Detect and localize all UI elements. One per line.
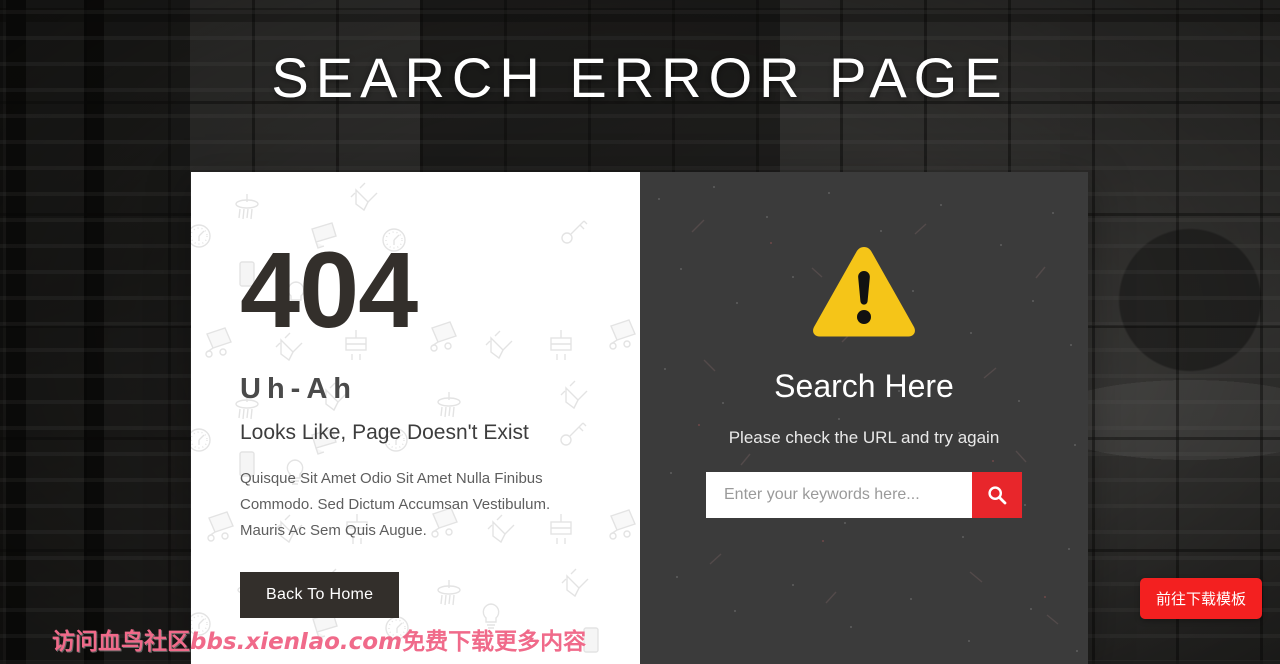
back-to-home-button[interactable]: Back To Home [240,572,400,618]
right-panel: Search Here Please check the URL and try… [640,172,1088,664]
right-panel-content: Search Here Please check the URL and try… [640,172,1088,518]
search-icon [988,486,1007,505]
error-subheading: Looks Like, Page Doesn't Exist [240,421,529,444]
error-heading: Uh-Ah [240,373,357,405]
warning-triangle-icon [813,247,915,337]
search-panel-title: Search Here [774,368,954,404]
left-panel: 404 Uh-Ah Looks Like, Page Doesn't Exist… [191,172,640,664]
watermark-url: bbs.xienIao.com [190,629,403,655]
search-form [706,472,1022,518]
search-submit-button[interactable] [972,472,1022,518]
search-input[interactable] [706,472,972,518]
watermark-cn-prefix: 访问血鸟社区 [52,629,190,655]
download-template-button[interactable]: 前往下载模板 [1139,578,1262,619]
left-panel-content: 404 Uh-Ah Looks Like, Page Doesn't Exist… [191,172,640,618]
search-panel-subtitle: Please check the URL and try again [728,428,1000,447]
error-card: 404 Uh-Ah Looks Like, Page Doesn't Exist… [191,172,1088,664]
site-watermark: 访问血鸟社区bbs.xienIao.com免费下载更多内容 [52,622,586,656]
watermark-cn-suffix: 免费下载更多内容 [402,629,587,655]
error-description: Quisque Sit Amet Odio Sit Amet Nulla Fin… [240,470,551,539]
error-page-root: SEARCH ERROR PAGE 404 Uh-Ah Looks Like, … [0,0,1280,664]
page-title: SEARCH ERROR PAGE [271,46,1009,109]
error-code: 404 [240,229,418,350]
